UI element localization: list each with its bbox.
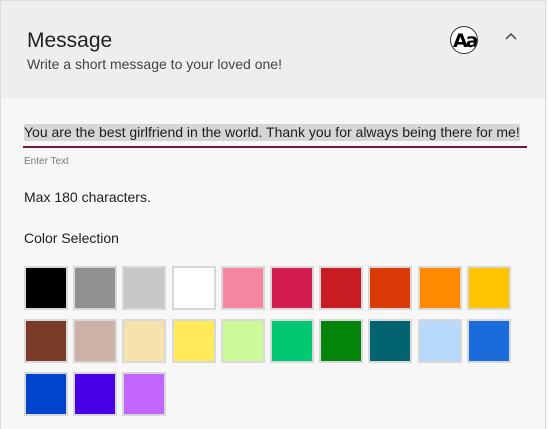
font-icon-label: Aa [453,30,477,52]
color-swatch[interactable] [122,319,167,363]
panel-header[interactable]: Message Write a short message to your lo… [1,1,545,98]
color-swatch[interactable] [122,372,167,416]
color-swatch[interactable] [24,266,68,310]
color-swatch[interactable] [220,266,265,310]
color-swatch[interactable] [171,319,216,363]
color-swatch[interactable] [24,319,68,363]
font-style-icon[interactable]: Aa [450,26,478,54]
color-swatch[interactable] [220,319,265,363]
chevron-up-icon[interactable] [503,28,519,44]
color-swatch[interactable] [417,266,462,310]
color-swatch[interactable] [270,319,314,363]
color-swatch[interactable] [73,266,118,310]
panel-subtitle: Write a short message to your loved one! [27,56,282,72]
color-swatch[interactable] [368,266,413,310]
color-swatch[interactable] [319,319,364,363]
color-swatch[interactable] [73,319,118,363]
color-swatch[interactable] [171,266,216,310]
color-swatch[interactable] [270,266,314,310]
message-panel: Message Write a short message to your lo… [0,0,546,429]
color-swatch[interactable] [466,266,511,310]
color-swatch[interactable] [417,319,462,363]
max-characters-note: Max 180 characters. [24,189,151,205]
panel-title: Message [27,29,113,52]
color-swatch[interactable] [24,372,68,416]
message-input[interactable]: You are the best girlfriend in the world… [23,121,527,148]
message-input-hint: Enter Text [24,156,69,167]
message-input-value[interactable]: You are the best girlfriend in the world… [24,124,520,141]
color-swatch[interactable] [466,319,511,363]
color-swatch[interactable] [122,266,167,310]
color-selection-label: Color Selection [24,230,119,246]
color-swatch[interactable] [368,319,413,363]
color-swatch[interactable] [319,266,364,310]
color-swatch[interactable] [73,372,118,416]
